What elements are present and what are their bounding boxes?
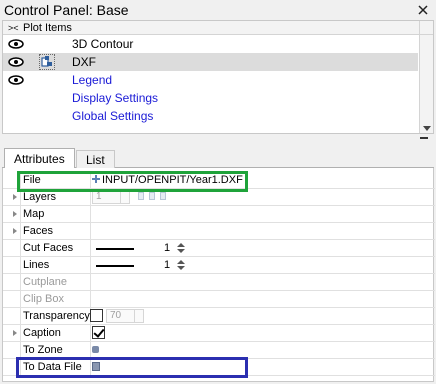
to-zone-value[interactable] [92,342,435,359]
spinner-arrows-icon [134,310,143,322]
line-style-sample[interactable] [96,248,134,250]
row-file[interactable]: File INPUT/OPENPIT/Year1.DXF [3,172,435,189]
row-label: Cut Faces [20,240,91,257]
layers-number: 1 [96,191,102,202]
scroll-up-button[interactable] [419,21,433,35]
row-label: To Zone [20,342,91,359]
row-label: Map [20,206,91,223]
transparency-spinner: 70 [106,309,144,323]
row-label: Cutplane [20,274,91,291]
scroll-down-icon[interactable] [423,126,431,131]
plot-items-panel: >< Plot Items 3D Contour DXF Legend Disp… [2,20,434,134]
plot-item-label[interactable]: Global Settings [72,109,153,123]
row-label: Caption [20,325,91,342]
spinner-arrows-icon[interactable] [177,259,185,271]
attributes-grid: File INPUT/OPENPIT/Year1.DXF Layers 1 Ma… [2,168,435,382]
row-faces[interactable]: Faces [3,223,435,240]
tab-attributes[interactable]: Attributes [4,148,75,169]
plot-items-header: >< Plot Items [3,21,433,35]
spinner-arrows-icon[interactable] [177,242,185,254]
plot-item-label: 3D Contour [72,37,134,51]
expand-icon[interactable] [13,194,17,200]
add-file-icon[interactable] [92,175,100,183]
expand-icon[interactable] [13,211,17,217]
title-bar: Control Panel: Base [0,0,436,20]
transparency-checkbox[interactable] [90,309,103,322]
transparency-number: 70 [110,310,122,321]
plot-item-display-settings[interactable]: Display Settings [3,89,418,107]
line-width-value[interactable]: 1 [164,259,170,271]
row-label: Transparency [20,308,91,325]
row-label: Lines [20,257,91,274]
caption-checkbox[interactable] [92,326,105,339]
row-lines[interactable]: Lines 1 [3,257,435,274]
tab-list[interactable]: List [76,150,115,168]
eye-icon[interactable] [8,75,24,85]
caption-value[interactable] [92,325,435,342]
lines-value[interactable]: 1 [92,257,435,274]
row-caption[interactable]: Caption [3,325,435,342]
row-label: To Data File [20,359,91,376]
plot-item-legend[interactable]: Legend [3,71,418,89]
plot-item-label: DXF [72,55,96,69]
minimize-icon[interactable] [420,137,428,139]
row-map[interactable]: Map [3,206,435,223]
eye-icon[interactable] [8,39,24,49]
row-label: Layers [20,189,91,206]
plot-item-label[interactable]: Display Settings [72,91,158,105]
line-style-sample[interactable] [96,265,134,267]
layers-value: 1 [92,189,435,206]
row-cut-faces[interactable]: Cut Faces 1 [3,240,435,257]
expand-icon[interactable] [13,330,17,336]
zone-icon[interactable] [92,346,99,353]
line-width-value[interactable]: 1 [164,242,170,254]
plot-items-title: Plot Items [23,22,72,34]
row-transparency[interactable]: Transparency 70 [3,308,435,325]
dxf-icon [39,54,55,70]
plot-items-scrollbar[interactable] [419,35,433,133]
eye-icon[interactable] [8,57,24,67]
row-label: File [20,172,91,189]
row-clip-box: Clip Box [3,291,435,308]
row-label: Faces [20,223,91,240]
save-data-icon[interactable] [92,362,100,371]
layers-spinner: 1 [92,190,130,204]
collapse-icon[interactable]: >< [8,22,19,34]
layer-doc-icon [160,192,166,200]
layer-doc-icon [138,192,144,200]
row-cutplane: Cutplane [3,274,435,291]
to-data-file-value[interactable] [92,359,435,376]
window-title: Control Panel: Base [4,2,129,18]
pin-icon[interactable] [418,5,428,15]
file-path: INPUT/OPENPIT/Year1.DXF [102,174,243,186]
row-layers[interactable]: Layers 1 [3,189,435,206]
row-to-data-file[interactable]: To Data File [3,359,435,376]
row-to-zone[interactable]: To Zone [3,342,435,359]
transparency-value[interactable]: 70 [90,308,435,325]
plot-item-global-settings[interactable]: Global Settings [3,107,418,125]
plot-item-dxf[interactable]: DXF [3,53,418,71]
panel-splitter[interactable] [2,134,434,144]
cut-faces-value[interactable]: 1 [92,240,435,257]
plot-item-3d-contour[interactable]: 3D Contour [3,35,418,53]
plot-item-label[interactable]: Legend [72,73,112,87]
tab-bar: Attributes List [2,146,434,169]
spinner-arrows-icon [120,191,129,203]
layer-doc-icon [149,192,155,200]
row-label: Clip Box [20,291,91,308]
file-value[interactable]: INPUT/OPENPIT/Year1.DXF [92,172,435,189]
expand-icon[interactable] [13,228,17,234]
